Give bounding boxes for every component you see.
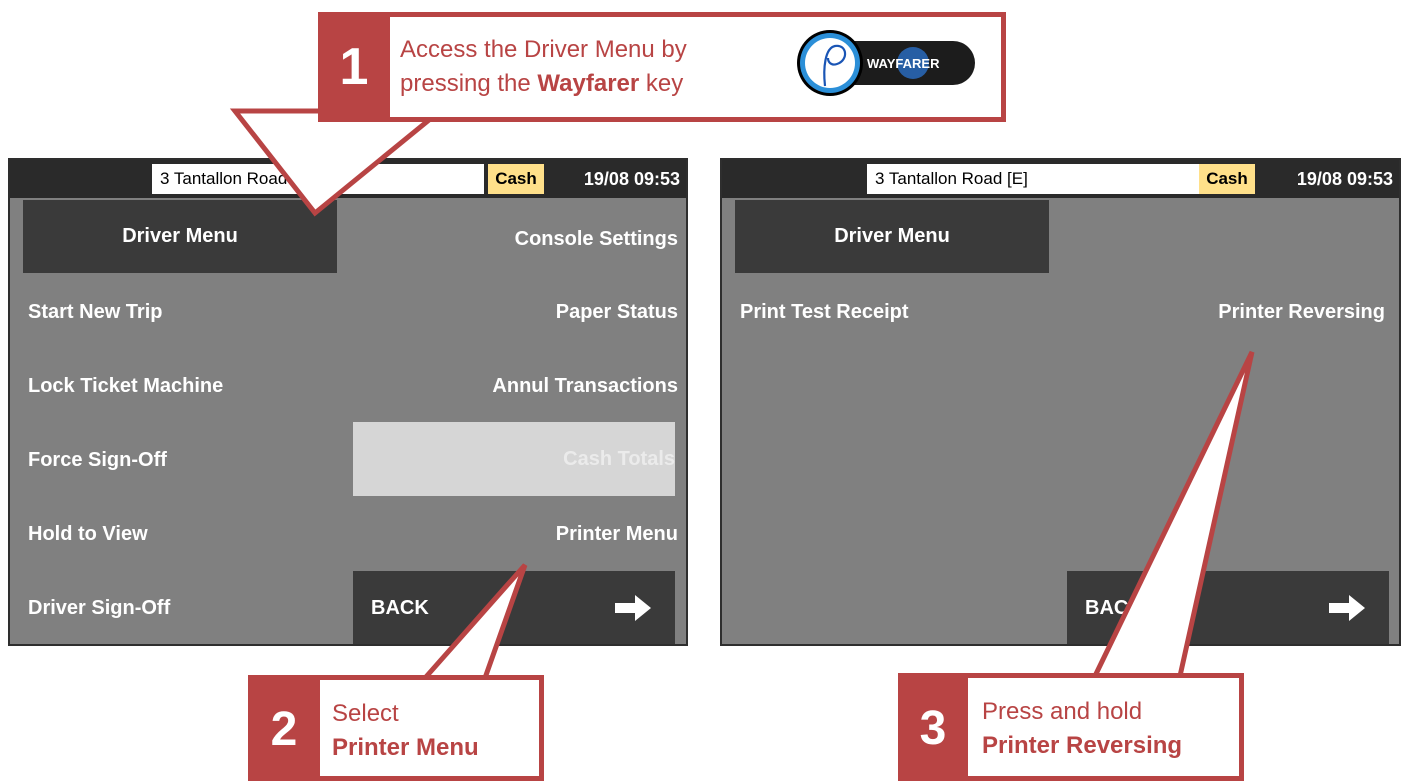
wayfarer-key-icon: WAYFARER	[797, 30, 975, 96]
step-1-number: 1	[318, 12, 390, 122]
callout-2-pointer	[419, 563, 528, 681]
callout-3-pointer	[1091, 350, 1255, 679]
step-2-line1: Select	[332, 700, 399, 727]
step-3-line2: Printer Reversing	[982, 732, 1183, 759]
callout-1-pointer	[229, 108, 448, 217]
step-3-number: 3	[898, 675, 968, 781]
wayfarer-logo-text: WAYFARER	[867, 56, 940, 71]
step-2-line2: Printer Menu	[332, 734, 479, 761]
step-2-number: 2	[248, 677, 320, 781]
wayfarer-logo: WAYFARER	[795, 28, 977, 98]
step-3-line1: Press and hold	[982, 698, 1143, 725]
step-1-line2: pressing the Wayfarer key	[400, 70, 684, 97]
step-1-line1: Access the Driver Menu by	[400, 36, 687, 63]
